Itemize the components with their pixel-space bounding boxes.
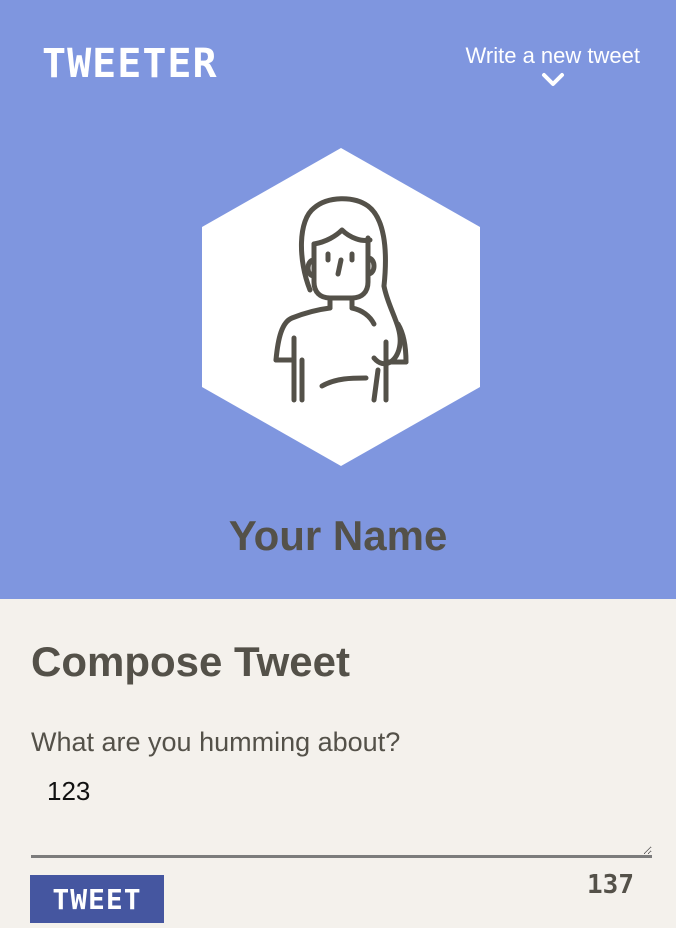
compose-title: Compose Tweet [31,638,350,685]
compose-prompt-label: What are you humming about? [31,727,401,757]
tweet-submit-button[interactable]: TWEET [30,875,164,923]
app-logo: TWEETER [42,41,218,87]
tweet-textarea[interactable]: 123 [31,772,652,858]
user-avatar-icon [202,148,480,466]
chevron-down-icon [541,73,564,86]
profile-name: Your Name [228,512,448,559]
write-new-tweet-link[interactable]: Write a new tweet [466,42,640,88]
avatar-hexagon [202,148,480,466]
write-new-tweet-label: Write a new tweet [465,43,640,68]
char-counter: 137 [587,870,634,900]
profile-header: TWEETER Write a new tweet Your Name [0,0,676,599]
